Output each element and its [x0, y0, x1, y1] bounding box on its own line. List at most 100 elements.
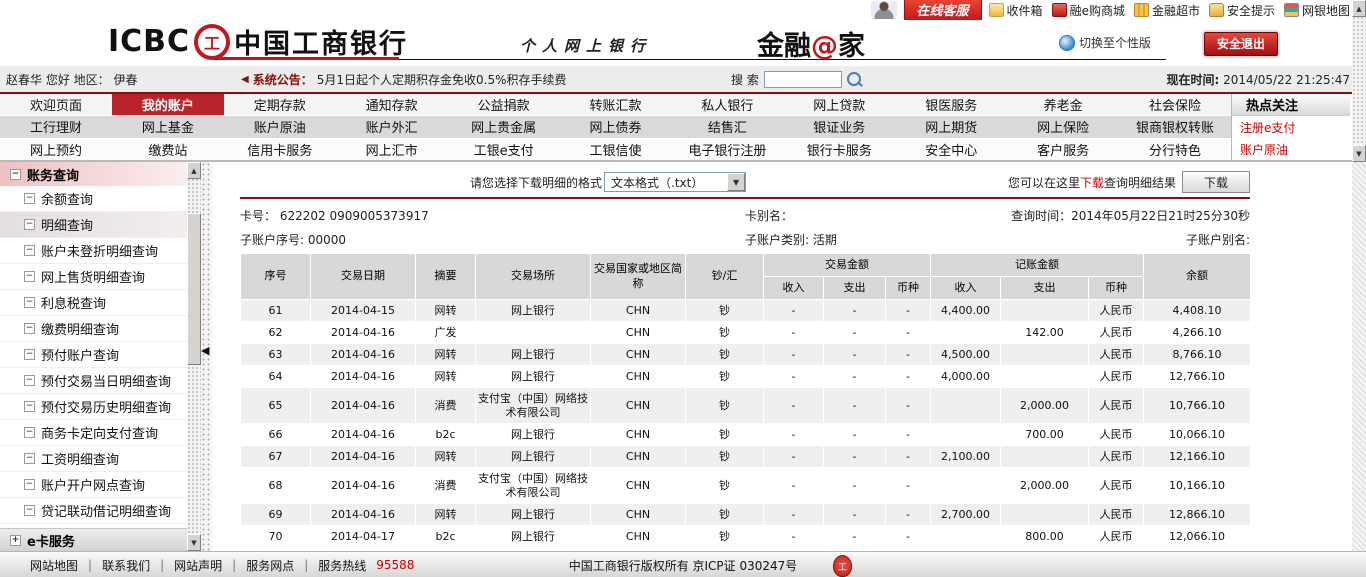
nav-item[interactable]: 客户服务 — [1007, 139, 1119, 160]
nav-item[interactable]: 定期存款 — [224, 94, 336, 115]
nav-item[interactable]: 网上预约 — [0, 139, 112, 160]
topbar-link-label: 安全提示 — [1226, 3, 1275, 18]
nav-item[interactable]: 分行特色 — [1119, 139, 1231, 160]
table-row[interactable]: 68 2014-04-16 消费 支付宝（中国）网络技术有限公司 CHN 钞 - - -2,00… — [240, 467, 1251, 504]
cell: - — [823, 467, 886, 504]
table-row[interactable]: 61 2014-04-15 网转 网上银行 CHN 钞 - - -4,400.00 人民币 4,40… — [240, 299, 1251, 322]
scroll-up-icon[interactable]: ▲ — [1352, 0, 1366, 17]
sidebar-group-ecard[interactable]: + e卡服务 — [0, 528, 187, 551]
sidebar-item[interactable]: − 预付账户查询 — [0, 342, 187, 368]
cell — [930, 423, 1001, 446]
scroll-down-icon[interactable]: ▼ — [187, 534, 201, 551]
nav-item[interactable]: 缴费站 — [112, 139, 224, 160]
nav-item[interactable]: 公益捐款 — [448, 94, 560, 115]
logout-button[interactable]: 安全退出 — [1203, 32, 1278, 56]
online-service-button[interactable]: 在线客服 — [903, 0, 982, 22]
scroll-up-icon[interactable]: ▲ — [187, 162, 201, 179]
nav-item[interactable]: 安全中心 — [895, 139, 1007, 160]
nav-item[interactable]: 转账汇款 — [560, 94, 672, 115]
footer-link[interactable]: 服务网点 — [246, 557, 294, 574]
table-row[interactable]: 67 2014-04-16 网转 网上银行 CHN 钞 - - -2,100.00 人民币 12,1… — [240, 445, 1251, 468]
sidebar-item[interactable]: − 商务卡定向支付查询 — [0, 420, 187, 446]
table-row[interactable]: 70 2014-04-17 b2c 网上银行 CHN 钞 - - -800.00 人民币 12,06… — [240, 525, 1251, 548]
table-row[interactable]: 66 2014-04-16 b2c 网上银行 CHN 钞 - - -700.00 人民币 10,06… — [240, 423, 1251, 446]
download-button[interactable]: 下载 — [1182, 171, 1250, 193]
nav-item[interactable]: 银医服务 — [895, 94, 1007, 115]
sidebar-item[interactable]: − 账户未登折明细查询 — [0, 238, 187, 264]
nav-item[interactable]: 网上期货 — [895, 116, 1007, 137]
nav-item[interactable]: 电子银行注册 — [671, 139, 783, 160]
scrollbar-thumb[interactable] — [187, 213, 201, 365]
table-row[interactable]: 62 2014-04-16 广发 CHN 钞 - - -142.00 人民币 4,266.10 — [240, 321, 1251, 344]
sidebar-item[interactable]: − 预付交易历史明细查询 — [0, 394, 187, 420]
nav-item[interactable]: 网上债券 — [560, 116, 672, 137]
nav-item[interactable]: 我的账户 — [111, 94, 224, 116]
cart-icon — [1051, 3, 1067, 17]
footer-link[interactable]: 联系我们 — [102, 557, 150, 574]
search-input[interactable] — [763, 70, 842, 88]
nav-item[interactable]: 网上贵金属 — [448, 116, 560, 137]
nav-item[interactable]: 网上保险 — [1007, 116, 1119, 137]
content-scrollbar-track[interactable] — [1352, 162, 1366, 551]
topbar-link-lock[interactable]: 安全提示 — [1208, 2, 1275, 19]
sidebar-item[interactable]: − 账户开户网点查询 — [0, 472, 187, 498]
table-row[interactable]: 64 2014-04-16 网转 网上银行 CHN 钞 - - -4,000.00 人民币 12,7… — [240, 365, 1251, 388]
nav-item[interactable]: 账户原油 — [224, 116, 336, 137]
sidebar-item[interactable]: − 贷记联动借记明细查询 — [0, 498, 187, 524]
collapse-minus-icon[interactable]: − — [10, 168, 21, 180]
hot-topic-link[interactable]: 账户原油 — [1232, 138, 1350, 160]
top-frame-scrollbar[interactable]: ▲ ▼ — [1352, 0, 1366, 162]
hot-topic-link[interactable]: 注册e支付 — [1232, 116, 1350, 138]
nav-item[interactable]: 账户外汇 — [336, 116, 448, 137]
topbar-link-map[interactable]: 网银地图 — [1283, 2, 1350, 19]
topbar-link-mail[interactable]: 收件箱 — [988, 2, 1043, 19]
format-select[interactable]: 文本格式（.txt） ▼ — [604, 172, 747, 192]
sidebar-item[interactable]: − 网上售货明细查询 — [0, 264, 187, 290]
nav-item[interactable]: 银证业务 — [783, 116, 895, 137]
table-row[interactable]: 63 2014-04-16 网转 网上银行 CHN 钞 - - -4,500.00 人民币 8,76… — [240, 343, 1251, 366]
expand-plus-icon[interactable]: + — [10, 534, 21, 546]
search-icon[interactable] — [846, 72, 861, 86]
chevron-down-icon[interactable]: ▼ — [727, 173, 746, 191]
sidebar-item[interactable]: − 利息税查询 — [0, 290, 187, 316]
nav-item[interactable]: 网上汇市 — [336, 139, 448, 160]
topbar-link-basket[interactable]: 金融超市 — [1133, 2, 1200, 19]
sidebar-scrollbar[interactable]: ▲ ▼ — [187, 162, 201, 551]
nav-item[interactable]: 信用卡服务 — [224, 139, 336, 160]
cell: 12,866.10 — [1143, 503, 1251, 526]
scroll-down-icon[interactable]: ▼ — [1352, 145, 1366, 162]
nav-item[interactable]: 工银e支付 — [448, 139, 560, 160]
nav-item[interactable]: 网上贷款 — [783, 94, 895, 115]
hint-download-red[interactable]: 下载 — [1080, 176, 1104, 190]
frame-splitter[interactable]: ◀ — [201, 162, 212, 551]
switch-version-link[interactable]: 切换至个性版 — [1058, 34, 1151, 51]
cell: 68 — [240, 467, 311, 504]
col-header-country: 交易国家或地区简称 — [590, 253, 686, 300]
topbar-link-cart[interactable]: 融e购商城 — [1051, 2, 1125, 19]
sidebar-item[interactable]: − 预付交易当日明细查询 — [0, 368, 187, 394]
collapse-sidebar-icon[interactable]: ◀ — [201, 344, 209, 357]
sidebar-item[interactable]: − 工资明细查询 — [0, 446, 187, 472]
nav-item[interactable]: 结售汇 — [671, 116, 783, 137]
collapse-minus-icon: − — [24, 375, 35, 386]
sidebar-item[interactable]: − 明细查询 — [0, 212, 187, 238]
nav-item[interactable]: 银行卡服务 — [783, 139, 895, 160]
nav-item[interactable]: 银商银权转账 — [1119, 116, 1231, 137]
nav-item[interactable]: 欢迎页面 — [0, 94, 112, 115]
sidebar-group-account-query[interactable]: − 账务查询 — [0, 162, 187, 186]
nav-item[interactable]: 通知存款 — [336, 94, 448, 115]
sidebar-item[interactable]: − 缴费明细查询 — [0, 316, 187, 342]
hot-topics-links: 注册e支付 账户原油 — [1232, 116, 1350, 160]
table-row[interactable]: 69 2014-04-16 网转 网上银行 CHN 钞 - - -2,700.00 人民币 12,8… — [240, 503, 1251, 526]
footer-link[interactable]: 网站声明 — [174, 557, 222, 574]
table-row[interactable]: 65 2014-04-16 消费 支付宝（中国）网络技术有限公司 CHN 钞 - - -2,00… — [240, 387, 1251, 424]
nav-item[interactable]: 工行理财 — [0, 116, 112, 137]
nav-item[interactable]: 养老金 — [1007, 94, 1119, 115]
cell: 人民币 — [1088, 445, 1144, 468]
nav-item[interactable]: 私人银行 — [671, 94, 783, 115]
footer-link[interactable]: 网站地图 — [30, 557, 78, 574]
sidebar-item[interactable]: − 余额查询 — [0, 186, 187, 212]
nav-item[interactable]: 社会保险 — [1119, 94, 1231, 115]
nav-item[interactable]: 工银信使 — [560, 139, 672, 160]
nav-item[interactable]: 网上基金 — [112, 116, 224, 137]
